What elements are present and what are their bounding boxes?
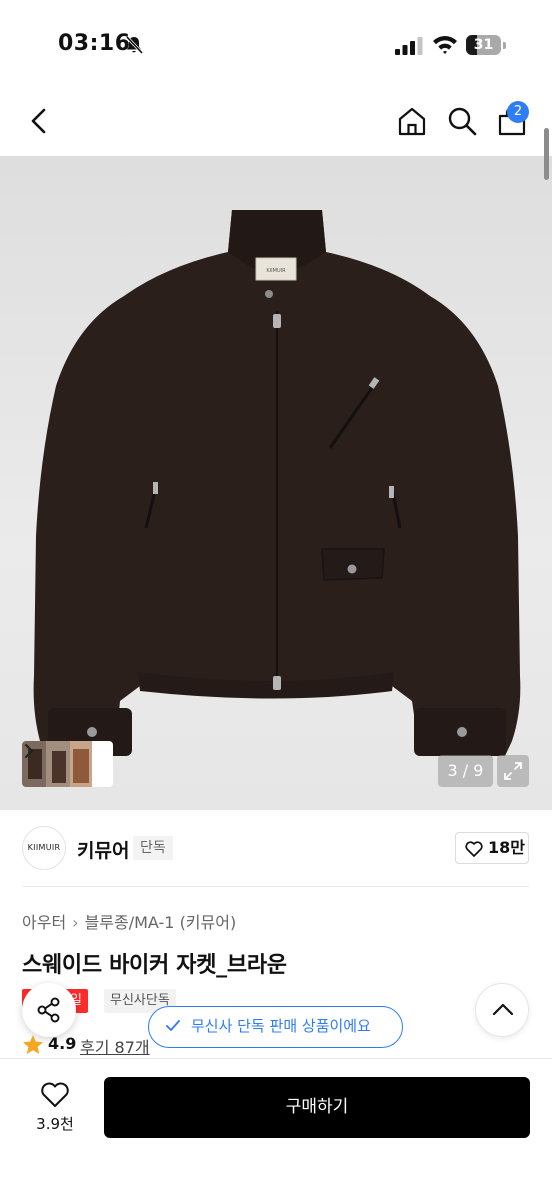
nav-bar xyxy=(0,90,552,156)
scroll-indicator[interactable] xyxy=(544,128,549,180)
battery-level: 31 xyxy=(473,37,494,53)
wishlist-count: 3.9천 xyxy=(36,1115,74,1133)
search-icon[interactable] xyxy=(446,105,478,137)
brand-name[interactable]: 키뮤어 xyxy=(77,836,129,863)
share-icon xyxy=(37,997,60,1023)
heart-outline-icon xyxy=(465,841,483,857)
expand-icon xyxy=(504,762,522,780)
battery-indicator: 31 xyxy=(466,35,506,55)
home-icon[interactable] xyxy=(396,105,428,137)
gallery-thumbnails[interactable] xyxy=(22,741,113,787)
status-time: 03:16 xyxy=(58,31,131,56)
jacket-image: KIIMUIR xyxy=(33,210,521,756)
product-title: 스웨이드 바이커 자켓_브라운 xyxy=(22,953,287,978)
star-icon xyxy=(23,1035,43,1054)
image-page-counter: 3 / 9 xyxy=(438,755,493,787)
jacket-label-text: KIIMUIR xyxy=(266,268,286,274)
review-count-link[interactable]: 후기 87개 xyxy=(80,1034,150,1058)
bottom-action-bar: 3.9천 구매하기 xyxy=(0,1058,552,1200)
buy-button[interactable]: 구매하기 xyxy=(104,1077,530,1138)
breadcrumb-item-category[interactable]: 아우터 xyxy=(22,913,66,932)
breadcrumb-item-subcategory[interactable]: 블루종/MA-1 (키뮤어) xyxy=(85,913,237,932)
check-icon xyxy=(166,1020,180,1031)
battery-cap xyxy=(503,42,506,49)
chevron-right-icon xyxy=(25,744,34,758)
wifi-icon xyxy=(433,36,457,54)
product-image-gallery[interactable]: KIIMUIR 3 / 9 xyxy=(0,156,552,810)
breadcrumb-separator-icon: › xyxy=(72,913,79,932)
exclusive-toast: 무신사 단독 판매 상품이에요 xyxy=(148,1006,403,1048)
brand-like-count: 18만 xyxy=(488,838,525,857)
chevron-up-icon xyxy=(492,1003,514,1016)
toast-message: 무신사 단독 판매 상품이에요 xyxy=(191,1017,371,1035)
back-icon[interactable] xyxy=(26,106,52,136)
divider xyxy=(22,886,529,887)
signal-icon xyxy=(395,37,423,55)
expand-image-button[interactable] xyxy=(497,755,529,787)
status-bar: 03:16 31 xyxy=(0,0,552,90)
brand-like-button[interactable]: 18만 xyxy=(455,832,529,864)
wishlist-heart-icon[interactable] xyxy=(40,1081,70,1109)
breadcrumb: 아우터 › 블루종/MA-1 (키뮤어) xyxy=(22,909,236,933)
rating-value: 4.9 xyxy=(48,1034,77,1053)
cart-count-badge: 2 xyxy=(507,101,529,123)
share-button[interactable] xyxy=(22,983,76,1037)
bell-slash-icon xyxy=(125,35,144,55)
scroll-to-top-button[interactable] xyxy=(475,983,529,1037)
brand-exclusive-tag: 단독 xyxy=(133,836,173,860)
brand-logo[interactable]: KIIMUIR xyxy=(22,826,66,870)
